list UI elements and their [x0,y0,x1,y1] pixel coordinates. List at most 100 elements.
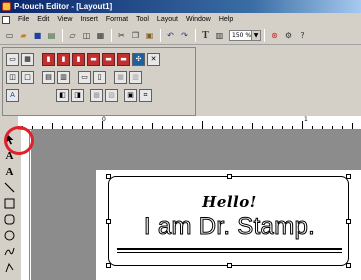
window-title: P-touch Editor - [Layout1] [14,2,113,11]
menu-view[interactable]: View [53,16,76,23]
help-icon[interactable]: ? [296,29,309,42]
ungroup-icon[interactable]: ▥ [129,70,142,84]
ptouch-app-icon[interactable] [2,2,11,11]
redo-icon[interactable]: ↷ [178,29,191,42]
toolbar-separator [195,28,196,42]
ruler-tick [302,121,303,129]
toolbar-separator [160,28,161,42]
copy-icon[interactable]: ❐ [129,29,142,42]
print-icon[interactable]: ▱ [66,29,79,42]
rectangle-icon[interactable]: □ [21,70,34,84]
ruler-tick [202,121,203,129]
freeform-tool-icon[interactable] [3,261,16,274]
rectangle-tool-icon[interactable] [3,197,16,210]
resize-handle[interactable] [227,174,232,179]
ruler-tick [162,126,163,129]
distribute-vertical-icon[interactable]: ▥ [57,70,70,84]
clip-icon[interactable]: ⌗ [139,88,152,102]
menu-bar: File Edit View Insert Format Tool Layout… [0,13,361,26]
align-top-icon[interactable]: ▬ [87,52,100,66]
resize-handle[interactable] [346,174,351,179]
menu-window[interactable]: Window [182,16,215,23]
align-right-icon[interactable]: ▮ [72,52,85,66]
ruler-tick [232,126,233,129]
toolbar-separator [62,28,63,42]
chevron-down-icon[interactable]: ▼ [251,30,260,40]
ruler-tick [152,123,153,129]
layout-snap-icon[interactable]: ▦ [21,52,34,66]
menu-edit[interactable]: Edit [33,16,53,23]
menu-help[interactable]: Help [215,16,237,23]
database-icon[interactable]: ▤ [45,29,58,42]
align-middle-icon[interactable]: ▬ [102,52,115,66]
distribute-horizontal-icon[interactable]: ▤ [42,70,55,84]
title-bar: P-touch Editor - [Layout1] [0,0,361,13]
resize-handle[interactable] [106,174,111,179]
rounded-rectangle-tool-icon[interactable] [3,213,16,226]
save-icon[interactable]: ■ [31,29,44,42]
menu-tool[interactable]: Tool [132,16,153,23]
menu-insert[interactable]: Insert [76,16,102,23]
zoom-select[interactable]: 150 % ▼ [229,29,261,41]
ruler-tick [312,126,313,129]
same-width-icon[interactable]: ▭ [78,70,91,84]
properties-icon[interactable]: ▥ [213,29,226,42]
print-preview-icon[interactable]: ◫ [80,29,93,42]
ruler-tick [262,126,263,129]
label-paper: Hello! I am Dr. Stamp. [96,170,361,280]
ruler-tick [42,126,43,129]
document-icon[interactable] [2,15,10,24]
ruler-tick [272,126,273,129]
tape-icon[interactable]: ⊛ [268,29,281,42]
arrange-icon[interactable]: ✣ [132,52,145,66]
ruler-tick [132,126,133,129]
align-center-icon[interactable]: ▮ [57,52,70,66]
menu-format[interactable]: Format [102,16,132,23]
paste-icon[interactable]: ▣ [143,29,156,42]
label-text-hello[interactable]: Hello! [109,193,350,211]
ruler-tick [92,126,93,129]
resize-handle[interactable] [106,263,111,268]
same-height-icon[interactable]: ▯ [93,70,106,84]
cut-icon[interactable]: ✂ [115,29,128,42]
settings-icon[interactable]: ⚙ [282,29,295,42]
text-icon[interactable]: T [199,29,212,42]
close-icon[interactable]: ✕ [147,52,160,66]
group-icon[interactable]: ▦ [114,70,127,84]
ruler-tick [52,123,53,129]
new-icon[interactable]: ▭ [3,29,16,42]
resize-handle[interactable] [346,263,351,268]
ruler-number: 1 [304,116,308,123]
layout-view-icon[interactable]: ▭ [6,52,19,66]
line-tool-icon[interactable] [3,181,16,194]
ruler-tick [322,126,323,129]
frame-icon[interactable]: ◫ [6,70,19,84]
order-back-icon[interactable]: ◨ [71,88,84,102]
label-text-main[interactable]: I am Dr. Stamp. [109,213,350,241]
paste-special-icon[interactable]: ▦ [94,29,107,42]
open-icon[interactable]: ▰ [17,29,30,42]
horizontal-ruler: 0 1 [18,116,361,130]
wrap-icon[interactable]: ▣ [124,88,137,102]
order-front-icon[interactable]: ◧ [56,88,69,102]
polygon-tool-icon[interactable] [3,245,16,258]
toolbar-separator [264,28,265,42]
flip-icon[interactable]: ▨ [105,88,118,102]
ellipse-tool-icon[interactable] [3,229,16,242]
ruler-tick [112,126,113,129]
layout-toolbar-row: A ◧ ◨ ▩ ▨ ▣ ⌗ [6,87,154,103]
align-bottom-icon[interactable]: ▬ [117,52,130,66]
label-frame[interactable]: Hello! I am Dr. Stamp. [106,174,351,268]
text-frame-icon[interactable]: A [6,88,19,102]
menu-layout[interactable]: Layout [153,16,182,23]
rotate-icon[interactable]: ▩ [90,88,103,102]
layout-toolbar-row: ▭ ▦ ▮ ▮ ▮ ▬ ▬ ▬ ✣ ✕ [6,51,162,67]
layout-toolbar-panel: ▭ ▦ ▮ ▮ ▮ ▬ ▬ ▬ ✣ ✕ ◫ □ ▤ ▥ ▭ ▯ ▦ ▥ A ◧ … [2,47,196,116]
menu-file[interactable]: File [14,16,33,23]
resize-handle[interactable] [227,263,232,268]
align-left-icon[interactable]: ▮ [42,52,55,66]
vertical-text-tool-icon[interactable]: A [3,165,16,178]
layout-canvas[interactable]: Hello! I am Dr. Stamp. [31,130,361,280]
undo-icon[interactable]: ↶ [164,29,177,42]
ruler-tick [62,126,63,129]
